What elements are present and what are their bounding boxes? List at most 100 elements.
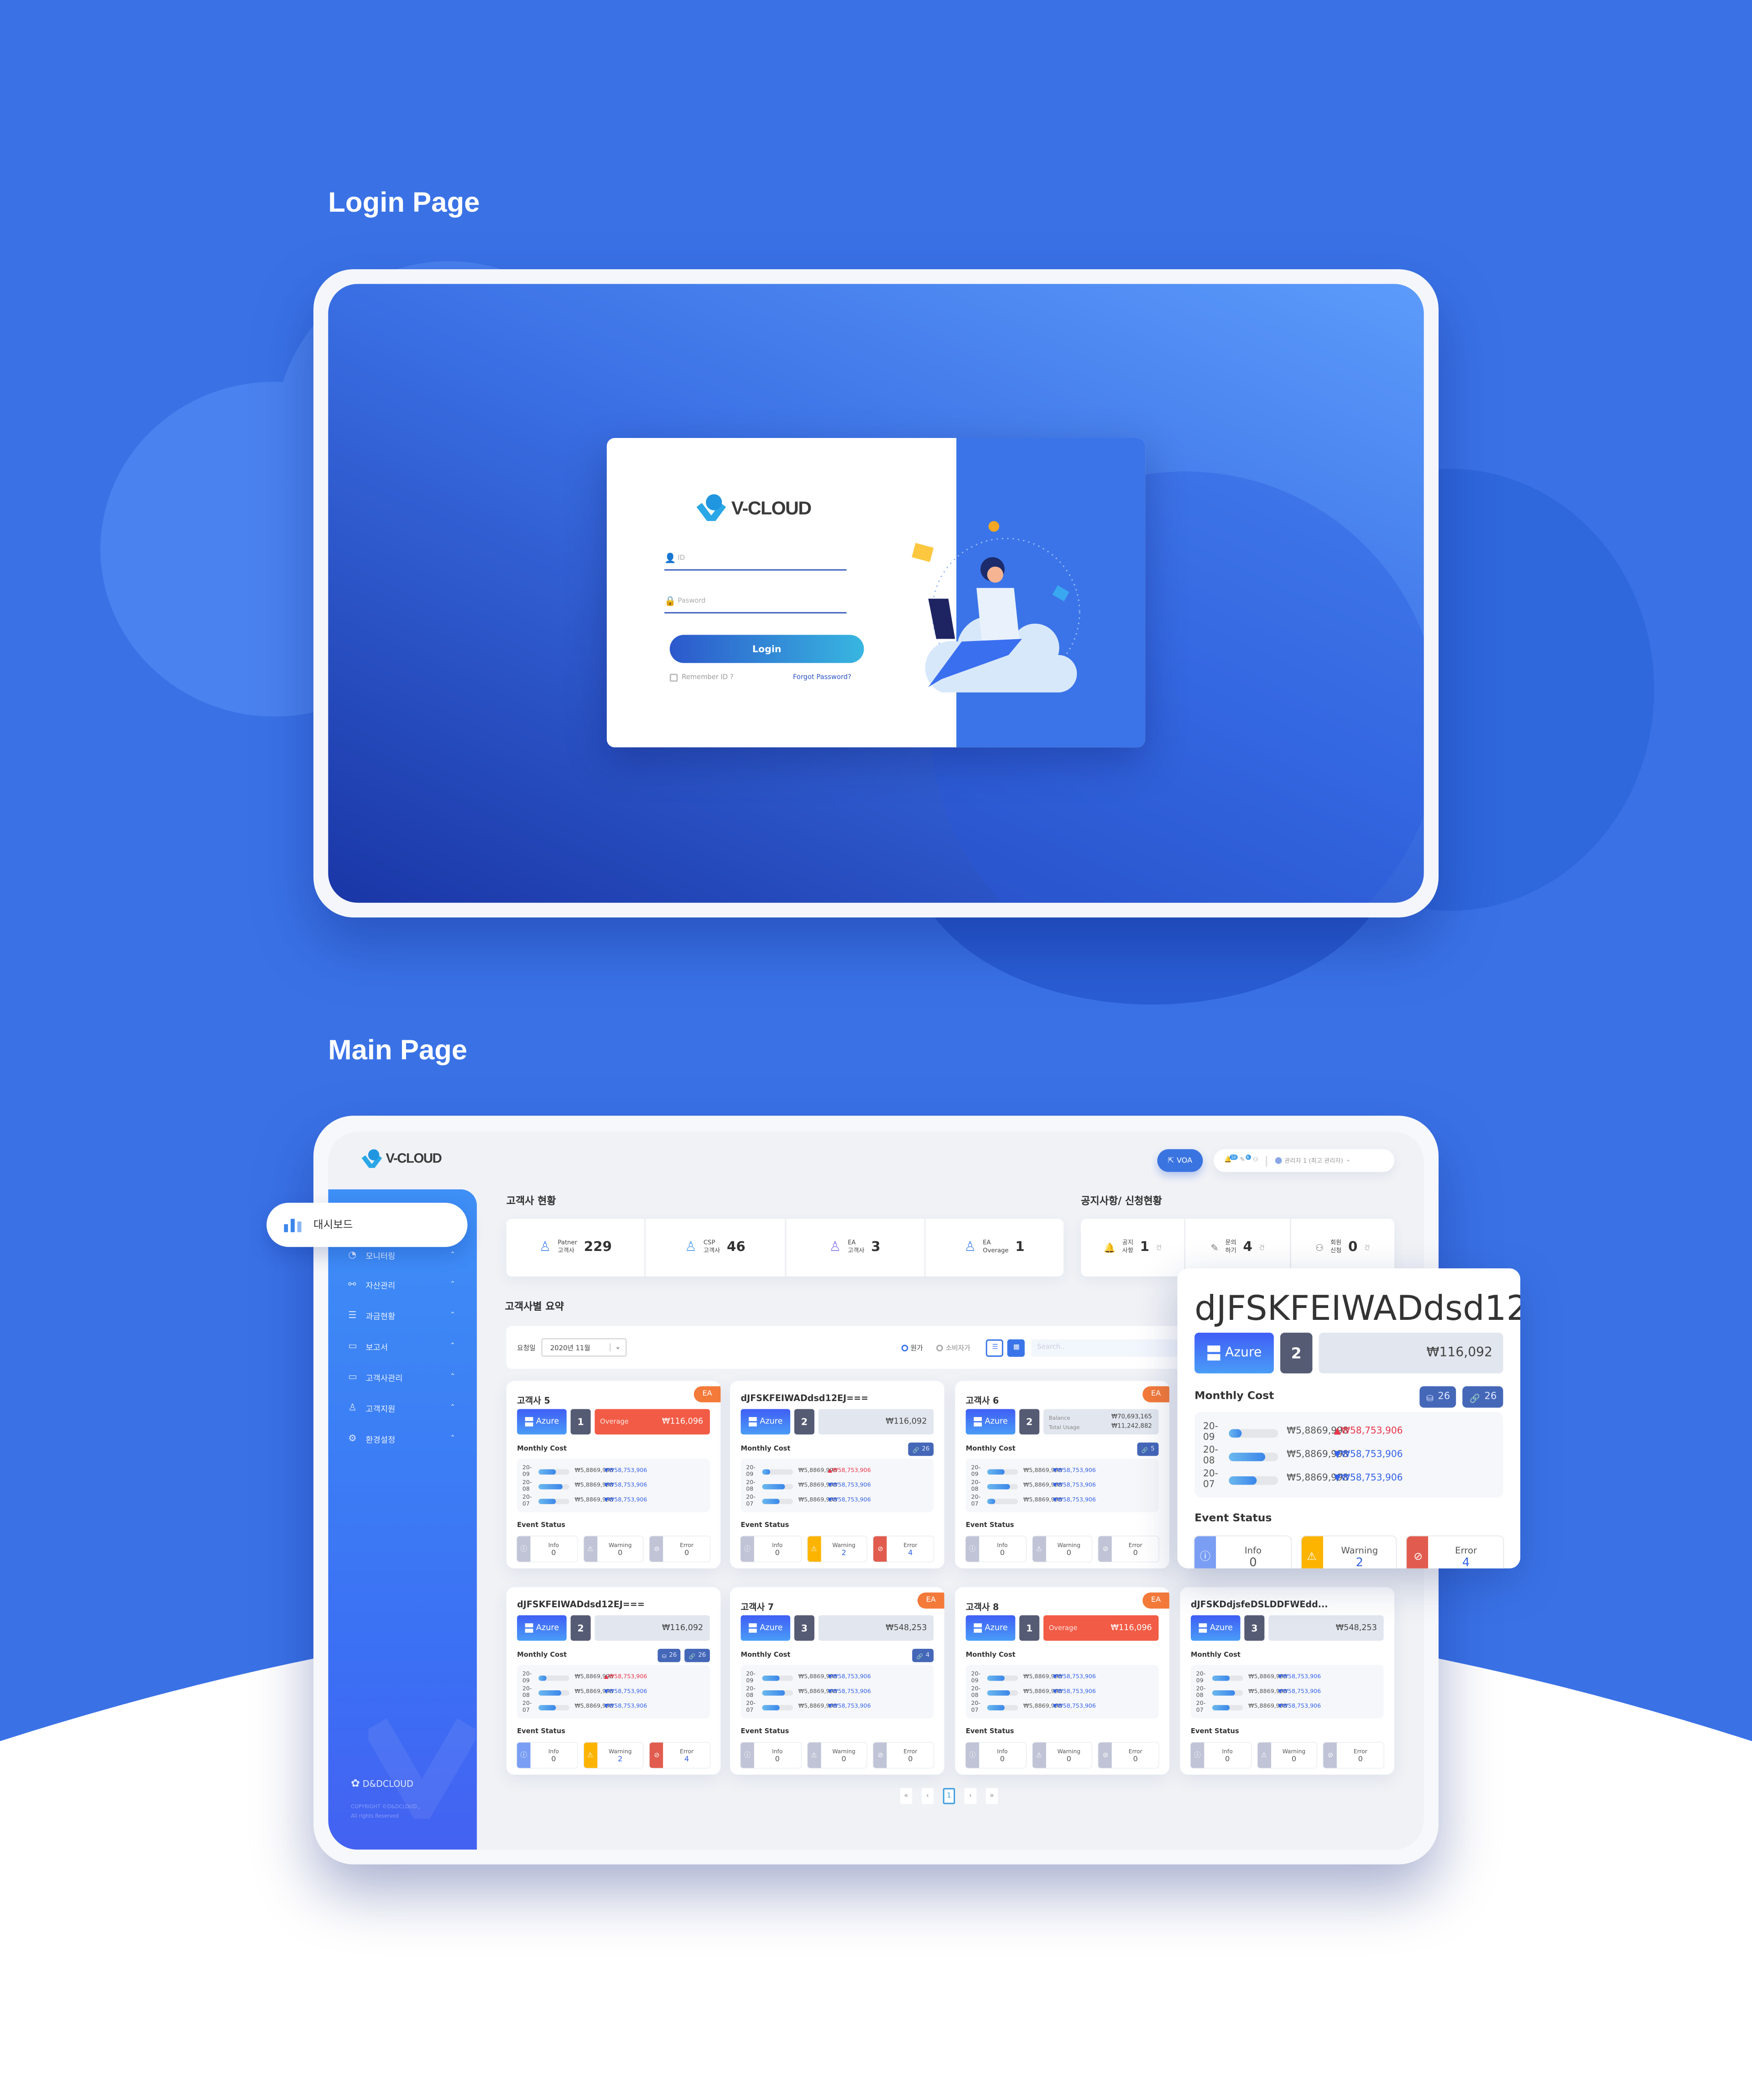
list-view-button[interactable]: ☰ bbox=[986, 1339, 1004, 1356]
page-last-button[interactable]: » bbox=[986, 1788, 998, 1804]
delta-value: ₩58,753,906 bbox=[1341, 1450, 1403, 1461]
event-error[interactable]: ⊘ Error 4 bbox=[1407, 1536, 1503, 1568]
stat-label: 공지 bbox=[1122, 1240, 1133, 1247]
event-error[interactable]: ⊘ Error 4 bbox=[874, 1536, 934, 1562]
resource-tag[interactable]: 🔗 26 bbox=[908, 1442, 934, 1456]
event-info[interactable]: ⓘ Info 0 bbox=[1194, 1536, 1290, 1568]
page-first-button[interactable]: « bbox=[900, 1788, 912, 1804]
event-warning[interactable]: ⚠ Warning 0 bbox=[807, 1742, 867, 1768]
voa-button[interactable]: ⇱ VOA bbox=[1157, 1149, 1203, 1172]
checkbox-box[interactable] bbox=[669, 673, 678, 682]
notice-stat[interactable]: 🔔 공지 사항 1 건 bbox=[1081, 1219, 1186, 1277]
customer-card[interactable]: dJFSKDdjsfeDSLDDFWEdd... Azure 3 ₩548,253 … bbox=[1180, 1587, 1395, 1775]
event-info[interactable]: ⓘ Info 0 bbox=[740, 1742, 801, 1768]
customer-card[interactable]: 고객사 5 EA Azure 1 Overage ₩116,096 Monthly C… bbox=[506, 1381, 721, 1568]
customer-card[interactable]: 고객사 6 EA Azure 2 Balance ₩70,693,165 Total U… bbox=[955, 1381, 1169, 1568]
customer-stat[interactable]: ♙ EA Overage 1 bbox=[925, 1219, 1064, 1277]
user-menu[interactable]: 관리자 1 (최고 관리자) ⌄ bbox=[1275, 1157, 1351, 1165]
event-label: Warning bbox=[1057, 1747, 1081, 1754]
cost-row: 20-09 ₩5,8869,998 ▼₩58,753,906 bbox=[971, 1464, 1153, 1479]
notification-bell-icon[interactable]: 🔔 10 bbox=[1224, 1154, 1238, 1164]
event-warning[interactable]: ⚠ Warning 0 bbox=[1032, 1742, 1092, 1768]
sidebar-item-3[interactable]: ☰ 과금현황 ⌃ bbox=[348, 1306, 455, 1324]
sidebar-item-4[interactable]: ▭ 보고서 ⌃ bbox=[348, 1337, 455, 1355]
card-title[interactable]: 고객사 7 bbox=[740, 1599, 933, 1612]
event-error[interactable]: ⊘ Error 0 bbox=[650, 1536, 710, 1562]
resource-tag[interactable]: 🔗 4 bbox=[912, 1648, 934, 1662]
cost-row: 20-08 ₩5,8869,998 ▼₩58,753,906 bbox=[522, 1685, 704, 1699]
customer-stat[interactable]: ♙ Patner 고객사 229 bbox=[506, 1219, 646, 1277]
customer-card[interactable]: dJFSKFEIWADdsd12EJ=== Azure 2 ₩116,092 Mon… bbox=[730, 1381, 944, 1568]
header-logo[interactable]: V-CLOUD bbox=[361, 1149, 442, 1168]
remember-id-checkbox[interactable]: Remember ID ? bbox=[669, 673, 734, 682]
card-title[interactable]: 고객사 5 bbox=[517, 1393, 710, 1406]
customer-card[interactable]: 고객사 7 EA Azure 3 ₩548,253 Monthly Cost 🔗 4 2… bbox=[730, 1587, 944, 1775]
cost-delta: ▼₩58,753,906 bbox=[1278, 1689, 1321, 1696]
event-info[interactable]: ⓘ Info 0 bbox=[1190, 1742, 1251, 1768]
customer-stat[interactable]: ♙ EA 고객사 3 bbox=[786, 1219, 925, 1277]
tag-count: 26 bbox=[1438, 1391, 1450, 1402]
card-title[interactable]: 고객사 8 bbox=[966, 1599, 1159, 1612]
card-title[interactable]: dJFSKFEIWADdsd12EJ=== bbox=[1194, 1287, 1520, 1328]
event-status-label: Event Status bbox=[740, 1728, 789, 1736]
pencil-message-icon[interactable]: ✎ 6 bbox=[1240, 1154, 1251, 1164]
event-warning[interactable]: ⚠ Warning 0 bbox=[1032, 1536, 1092, 1562]
event-warning[interactable]: ⚠ Warning 0 bbox=[584, 1536, 644, 1562]
event-error[interactable]: ⊘ Error 0 bbox=[1324, 1742, 1384, 1768]
cost-bar-fill bbox=[1229, 1451, 1266, 1460]
forgot-password-link[interactable]: Forgot Password? bbox=[793, 674, 851, 682]
usage-label: Total Usage bbox=[1048, 1423, 1080, 1430]
resource-tag[interactable]: ⛁ 26 bbox=[658, 1648, 681, 1662]
customer-card[interactable]: 고객사 8 EA Azure 1 Overage ₩116,096 Monthly C… bbox=[955, 1587, 1169, 1775]
radio-selected[interactable] bbox=[901, 1344, 908, 1351]
resource-tag[interactable]: 🔗 26 bbox=[1463, 1386, 1503, 1408]
page-current[interactable]: 1 bbox=[943, 1788, 955, 1804]
event-error[interactable]: ⊘ Error 0 bbox=[1099, 1536, 1159, 1562]
notice-stat[interactable]: ✎ 문의 하기 4 건 bbox=[1186, 1219, 1291, 1277]
event-warning[interactable]: ⚠ Warning 0 bbox=[1257, 1742, 1317, 1768]
page-next-button[interactable]: › bbox=[964, 1788, 977, 1804]
event-warning[interactable]: ⚠ Warning 2 bbox=[584, 1742, 644, 1768]
card-title[interactable]: dJFSKDdjsfeDSLDDFWEdd... bbox=[1191, 1599, 1384, 1612]
customer-stat[interactable]: ♙ CSP 고객사 46 bbox=[646, 1219, 786, 1277]
sidebar-item-2[interactable]: ⚯ 자산관리 ⌃ bbox=[348, 1275, 455, 1294]
cost-bar bbox=[987, 1483, 1018, 1489]
password-input[interactable]: 🔒 Pasword bbox=[664, 589, 847, 614]
grid-view-button[interactable]: ▦ bbox=[1007, 1339, 1026, 1356]
sidebar-item-5[interactable]: ▭ 고객사관리 ⌃ bbox=[348, 1367, 455, 1386]
page-prev-button[interactable]: ‹ bbox=[921, 1788, 934, 1804]
card-title[interactable]: 고객사 6 bbox=[966, 1393, 1159, 1406]
event-status-label: Event Status bbox=[965, 1728, 1014, 1736]
event-warning[interactable]: ⚠ Warning 2 bbox=[1301, 1536, 1397, 1568]
overage-label: Overage bbox=[1048, 1624, 1078, 1632]
login-button[interactable]: Login bbox=[669, 635, 864, 663]
event-error[interactable]: ⊘ Error 4 bbox=[650, 1742, 710, 1768]
card-title[interactable]: dJFSKFEIWADdsd12EJ=== bbox=[517, 1599, 710, 1612]
radio-cost[interactable]: 원가 bbox=[901, 1343, 923, 1352]
resource-tag[interactable]: 🔗 26 bbox=[685, 1648, 710, 1662]
event-info[interactable]: ⓘ Info 0 bbox=[517, 1742, 577, 1768]
cost-row: 20-09 ₩5,8869,998 ▲₩58,753,906 bbox=[522, 1670, 704, 1685]
customer-card[interactable]: dJFSKFEIWADdsd12EJ=== Azure 2 ₩116,092 Mon… bbox=[506, 1587, 721, 1775]
card-title[interactable]: dJFSKFEIWADdsd12EJ=== bbox=[740, 1393, 933, 1406]
resource-tag[interactable]: 🔗 5 bbox=[1137, 1442, 1159, 1456]
id-input[interactable]: 👤 ID bbox=[664, 547, 847, 571]
event-info[interactable]: ⓘ Info 0 bbox=[965, 1536, 1026, 1562]
date-select[interactable]: 2020년 11월 ⌄ bbox=[541, 1338, 627, 1357]
event-info[interactable]: ⓘ Info 0 bbox=[965, 1742, 1026, 1768]
event-warning[interactable]: ⚠ Warning 2 bbox=[807, 1536, 867, 1562]
notice-stat[interactable]: ⚇ 회원 신청 0 건 bbox=[1291, 1219, 1394, 1277]
resource-tag[interactable]: ⛁ 26 bbox=[1420, 1386, 1457, 1408]
add-user-icon[interactable]: ⚇ bbox=[1253, 1157, 1258, 1164]
radio-consumer[interactable]: 소비자가 bbox=[936, 1343, 970, 1352]
event-error[interactable]: ⊘ Error 0 bbox=[874, 1742, 934, 1768]
event-info[interactable]: ⓘ Info 0 bbox=[517, 1536, 577, 1562]
event-info[interactable]: ⓘ Info 0 bbox=[740, 1536, 801, 1562]
sidebar-item-1[interactable]: ◔ 모니터링 ⌃ bbox=[348, 1245, 455, 1264]
sidebar-item-dashboard[interactable]: 대시보드 bbox=[266, 1203, 468, 1247]
sidebar-item-7[interactable]: ⚙ 환경설정 ⌃ bbox=[348, 1429, 455, 1448]
subscription-count: 2 bbox=[1280, 1333, 1313, 1374]
sidebar-item-6[interactable]: ♙ 고객지원 ⌃ bbox=[348, 1398, 455, 1417]
event-error[interactable]: ⊘ Error 0 bbox=[1099, 1742, 1159, 1768]
radio-unselected[interactable] bbox=[936, 1344, 943, 1351]
